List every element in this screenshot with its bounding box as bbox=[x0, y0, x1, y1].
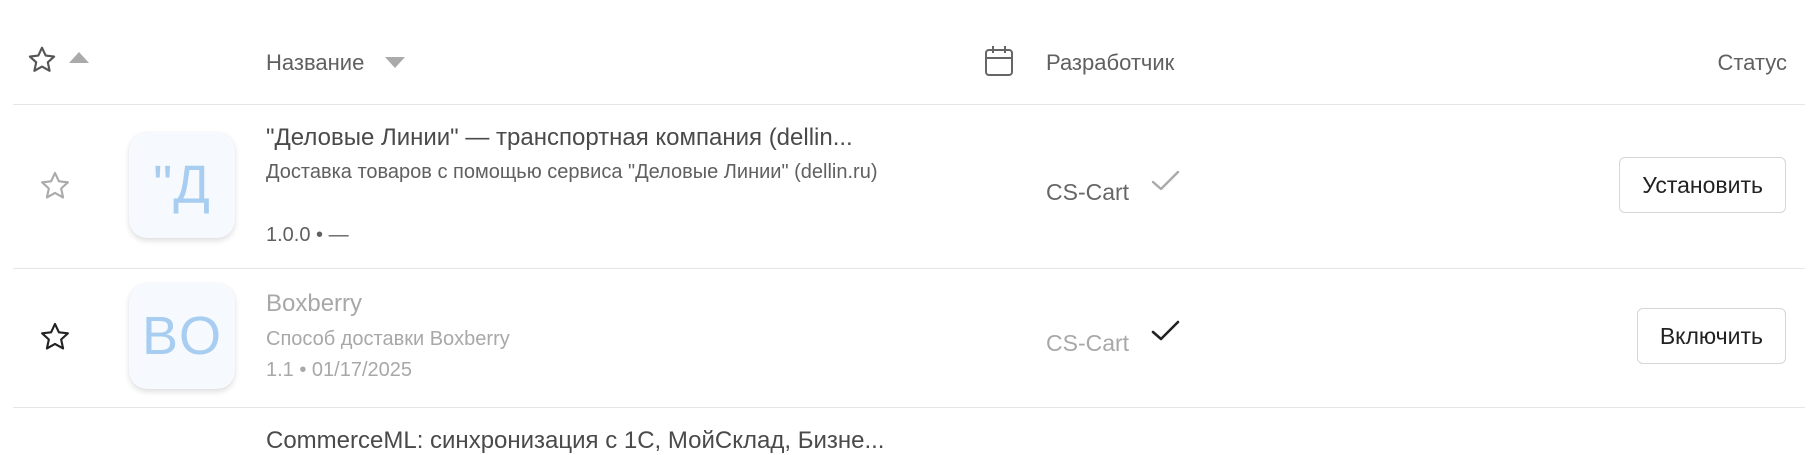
favorites-sort-star-icon[interactable] bbox=[26, 44, 58, 81]
divider bbox=[13, 268, 1805, 269]
addon-description: Доставка товаров с помощью сервиса "Дело… bbox=[266, 161, 878, 183]
sort-desc-icon[interactable] bbox=[384, 56, 406, 75]
calendar-icon[interactable] bbox=[983, 44, 1015, 83]
divider bbox=[13, 407, 1805, 408]
install-button[interactable]: Установить bbox=[1619, 157, 1786, 213]
divider bbox=[13, 104, 1805, 105]
addon-version-date: 1.0.0 • — bbox=[266, 224, 349, 246]
favorite-star-icon[interactable] bbox=[38, 169, 72, 208]
developer-name: CS-Cart bbox=[1046, 179, 1130, 205]
sort-asc-icon[interactable] bbox=[68, 50, 90, 69]
favorite-star-icon[interactable] bbox=[38, 320, 72, 359]
column-developer-header[interactable]: Разработчик bbox=[1046, 50, 1174, 76]
addon-title[interactable]: Boxberry bbox=[266, 290, 362, 318]
verified-check-icon bbox=[1150, 318, 1182, 349]
addon-version-date: 1.1 • 01/17/2025 bbox=[266, 359, 413, 381]
verified-check-icon bbox=[1150, 168, 1182, 199]
enable-button[interactable]: Включить bbox=[1636, 308, 1786, 364]
addon-title[interactable]: CommerceML: синхронизация с 1С, МойСклад… bbox=[266, 427, 884, 455]
addon-title[interactable]: "Деловые Линии" — транспортная компания … bbox=[266, 124, 853, 152]
addon-icon[interactable]: "Д bbox=[129, 132, 235, 238]
addon-icon[interactable]: BO bbox=[129, 283, 235, 389]
developer-name: CS-Cart bbox=[1046, 330, 1130, 356]
column-name-header[interactable]: Название bbox=[266, 50, 364, 76]
addon-description: Способ доставки Boxberry bbox=[266, 328, 510, 350]
column-status-header[interactable]: Статус bbox=[1717, 50, 1787, 76]
